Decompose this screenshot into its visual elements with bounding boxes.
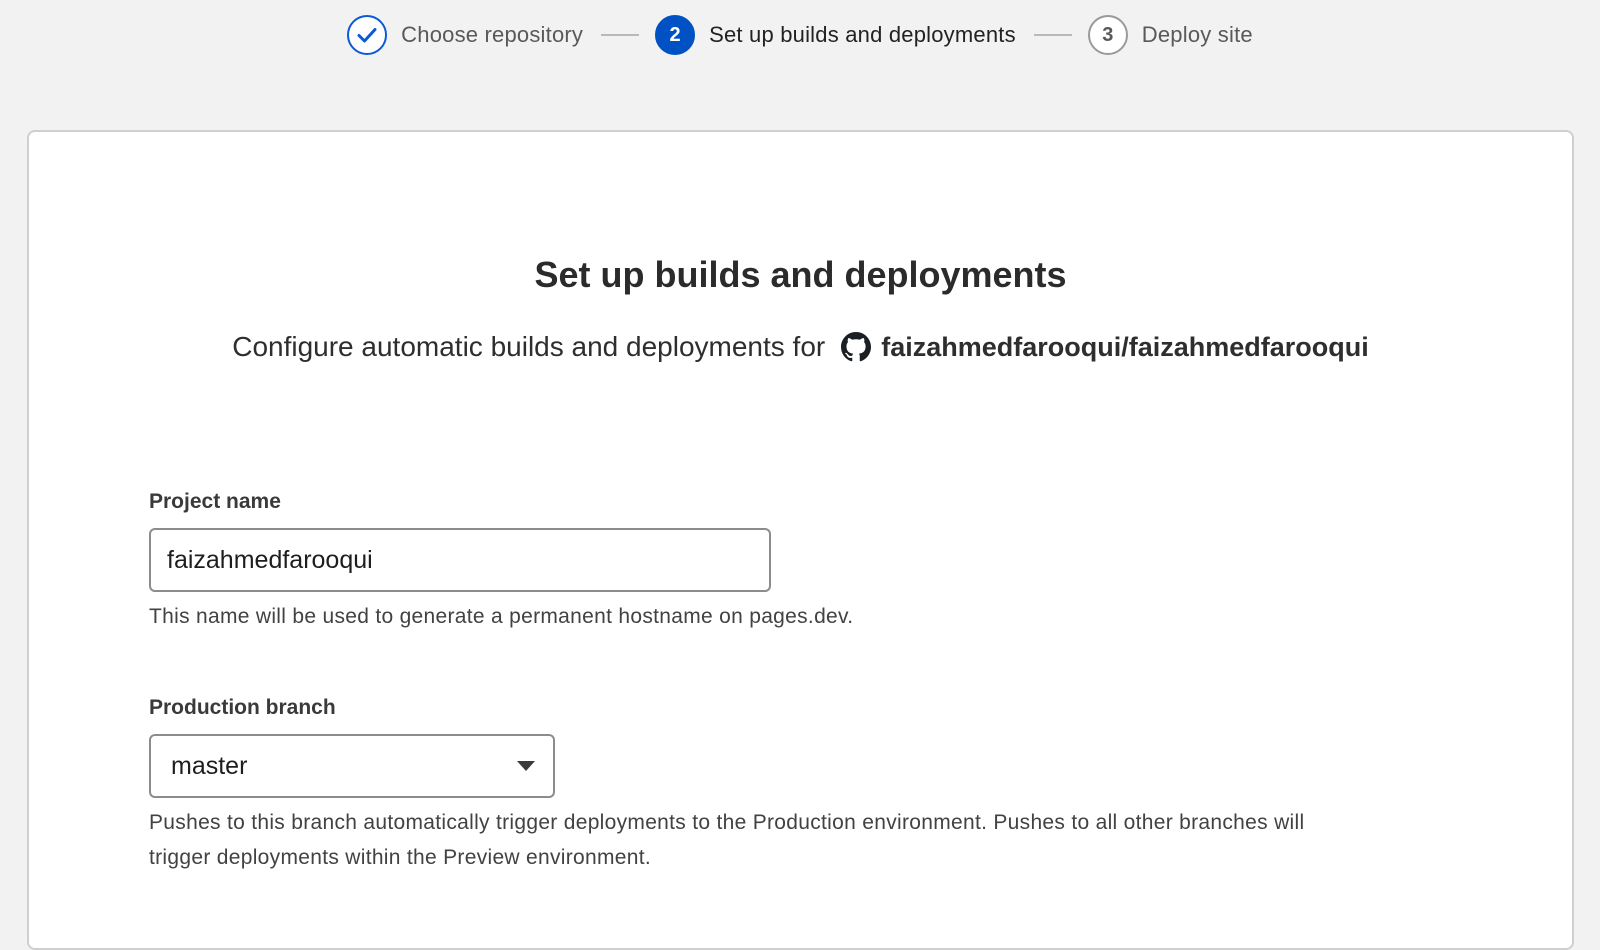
github-icon bbox=[841, 332, 872, 362]
production-branch-select[interactable]: master bbox=[149, 734, 555, 798]
project-name-input[interactable] bbox=[149, 528, 771, 592]
subtitle-text: Configure automatic builds and deploymen… bbox=[232, 331, 826, 362]
progress-stepper: Choose repository 2 Set up builds and de… bbox=[0, 14, 1600, 56]
project-name-label: Project name bbox=[149, 490, 281, 513]
step-connector bbox=[601, 34, 640, 36]
step-number: 3 bbox=[1087, 15, 1128, 55]
repository-name: faizahmedfarooqui/faizahmedfarooqui bbox=[881, 331, 1369, 362]
page-title: Set up builds and deployments bbox=[534, 254, 1067, 295]
production-branch-help: Pushes to this branch automatically trig… bbox=[149, 811, 1305, 869]
step-label: Set up builds and deployments bbox=[709, 22, 1016, 47]
check-icon bbox=[347, 15, 388, 55]
step-label: Choose repository bbox=[401, 22, 584, 47]
project-name-help: This name will be used to generate a per… bbox=[149, 605, 854, 628]
card-subtitle: Configure automatic builds and deploymen… bbox=[29, 331, 1572, 363]
setup-card: Set up builds and deployments Configure … bbox=[27, 130, 1574, 950]
step-deploy-site: 3 Deploy site bbox=[1087, 15, 1253, 55]
selected-branch: master bbox=[171, 751, 248, 780]
step-number: 2 bbox=[655, 15, 696, 55]
caret-down-icon bbox=[517, 761, 535, 771]
production-branch-label: Production branch bbox=[149, 696, 336, 719]
step-connector bbox=[1033, 34, 1072, 36]
step-set-up-builds: 2 Set up builds and deployments bbox=[655, 15, 1016, 55]
step-label: Deploy site bbox=[1141, 22, 1253, 47]
step-choose-repository[interactable]: Choose repository bbox=[347, 15, 583, 55]
